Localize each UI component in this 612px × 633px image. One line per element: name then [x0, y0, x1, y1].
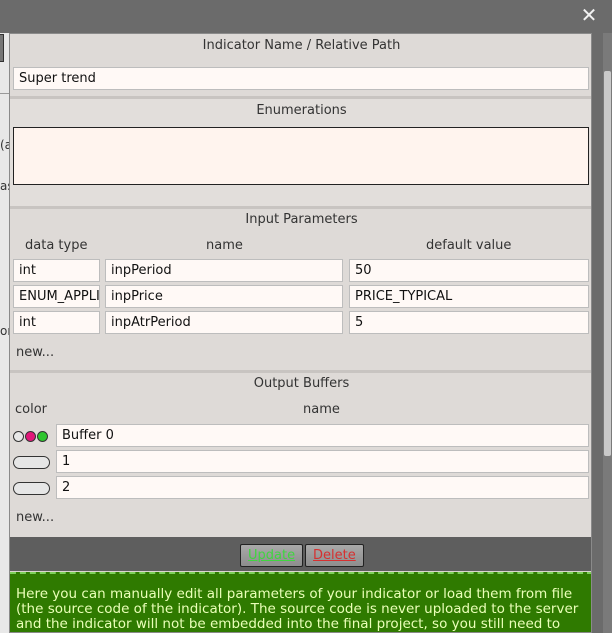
input-parameters-section: Input Parameters data type name default …: [10, 209, 591, 370]
close-icon[interactable]: ✕: [580, 5, 598, 25]
background-button-edge: [0, 34, 4, 62]
column-header-name: name: [303, 402, 340, 417]
buffer-color-picker[interactable]: [13, 430, 50, 443]
button-bar: Update Delete: [10, 537, 591, 571]
param-default-input[interactable]: 5: [349, 311, 589, 334]
param-name-input[interactable]: inpPrice: [105, 285, 343, 308]
delete-button[interactable]: Delete: [305, 544, 364, 567]
column-header-name: name: [206, 238, 243, 253]
name-section-title: Indicator Name / Relative Path: [202, 38, 401, 53]
param-name-input[interactable]: inpPeriod: [105, 259, 343, 282]
column-header-data-type: data type: [25, 238, 88, 253]
buffer-color-picker[interactable]: [13, 456, 50, 469]
name-section: Indicator Name / Relative Path Super tre…: [10, 34, 591, 96]
buffer-name-input[interactable]: Buffer 0: [56, 424, 589, 447]
color-dot-green[interactable]: [37, 431, 48, 442]
background-scrollbar[interactable]: [603, 33, 612, 633]
input-parameters-title: Input Parameters: [245, 212, 358, 227]
buffer-color-picker[interactable]: [13, 482, 50, 495]
param-type-input[interactable]: int: [13, 259, 100, 282]
new-buffer-link[interactable]: new...: [16, 510, 54, 525]
param-type-input[interactable]: ENUM_APPLIED_PRICE: [13, 285, 100, 308]
output-buffers-section: Output Buffers color name Buffer 0 1 2 n…: [10, 373, 591, 537]
param-name-input[interactable]: inpAtrPeriod: [105, 311, 343, 334]
param-type-input[interactable]: int: [13, 311, 100, 334]
enumerations-section-title: Enumerations: [256, 103, 347, 118]
indicator-dialog: Indicator Name / Relative Path Super tre…: [9, 33, 592, 633]
help-text: Here you can manually edit all parameter…: [10, 572, 591, 632]
buffer-name-input[interactable]: 2: [56, 476, 589, 499]
column-header-default-value: default value: [426, 238, 512, 253]
output-buffers-title: Output Buffers: [253, 376, 350, 391]
indicator-name-input[interactable]: Super trend: [13, 67, 589, 90]
buffer-name-input[interactable]: 1: [56, 450, 589, 473]
color-dot-pink[interactable]: [25, 431, 36, 442]
column-header-color: color: [15, 402, 48, 417]
new-parameter-link[interactable]: new...: [16, 345, 54, 360]
param-default-input[interactable]: PRICE_TYPICAL: [349, 285, 589, 308]
param-default-input[interactable]: 50: [349, 259, 589, 282]
enumerations-textarea[interactable]: [13, 127, 589, 185]
update-button[interactable]: Update: [240, 544, 304, 567]
color-dot-gray[interactable]: [13, 431, 24, 442]
scrollbar-thumb[interactable]: [604, 71, 611, 456]
